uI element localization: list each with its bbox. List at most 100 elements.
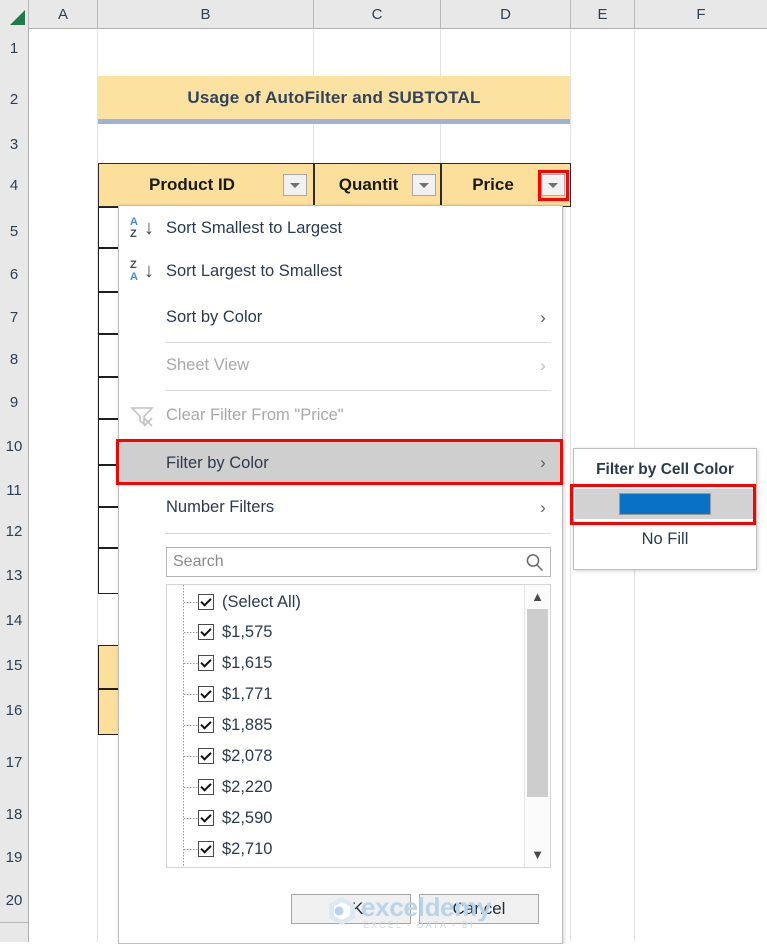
menu-item-sort-largest-to-smallest[interactable]: ZA ↓ Sort Largest to Smallest (120, 251, 561, 292)
chevron-down-icon[interactable]: ▼ (525, 843, 550, 865)
row-header-5[interactable]: 5 (0, 211, 28, 253)
row-label: 10 (5, 437, 23, 455)
select-all-triangle-icon (10, 10, 25, 25)
list-item[interactable]: $2,220 (167, 772, 527, 803)
scrollbar-thumb[interactable] (527, 609, 548, 797)
worksheet-title-cell[interactable]: Usage of AutoFilter and SUBTOTAL (98, 76, 570, 119)
row-header-8[interactable]: 8 (0, 338, 28, 382)
table-cell[interactable] (98, 292, 120, 334)
checkbox-value[interactable] (198, 624, 214, 640)
filter-dropdown-icon (290, 182, 300, 188)
list-item[interactable]: $1,771 (167, 679, 527, 710)
row-header-9[interactable]: 9 (0, 381, 28, 424)
row-header-16[interactable]: 16 (0, 687, 28, 734)
list-item[interactable]: $2,078 (167, 741, 527, 772)
checkbox-value[interactable] (198, 810, 214, 826)
chevron-up-icon[interactable]: ▲ (525, 585, 550, 607)
cancel-button[interactable]: Cancel (419, 894, 539, 924)
column-label: D (500, 5, 511, 23)
column-header-c[interactable]: C (314, 0, 441, 28)
column-header-f[interactable]: F (635, 0, 767, 28)
row-label: 4 (9, 177, 19, 194)
menu-item-clear-filter[interactable]: Clear Filter From "Price" (120, 395, 561, 436)
list-item-label: $2,590 (222, 808, 273, 827)
title-underline-bar (98, 119, 570, 124)
table-cell[interactable] (98, 334, 120, 377)
table-header-product-id[interactable]: Product ID (98, 163, 314, 207)
table-cell[interactable] (98, 548, 120, 594)
menu-item-label: Sort by Color (166, 308, 263, 326)
list-item[interactable]: $1,575 (167, 617, 527, 648)
ok-button[interactable]: OK (291, 894, 411, 924)
table-cell[interactable] (98, 248, 120, 292)
checkbox-value[interactable] (198, 748, 214, 764)
table-cell[interactable] (98, 207, 120, 248)
row-label: 3 (9, 136, 19, 153)
row-header-3[interactable]: 3 (0, 129, 28, 161)
menu-item-sort-by-color[interactable]: Sort by Color › (120, 297, 561, 338)
column-header-e[interactable]: E (571, 0, 635, 28)
row-label: 12 (5, 523, 23, 540)
filter-button-product-id[interactable] (283, 174, 307, 196)
row-header-7[interactable]: 7 (0, 296, 28, 339)
checkbox-value[interactable] (198, 779, 214, 795)
menu-item-label: Number Filters (166, 498, 275, 516)
row-header-12[interactable]: 12 (0, 511, 28, 553)
row-label: 14 (5, 612, 23, 629)
menu-item-sheet-view[interactable]: Sheet View › (120, 345, 561, 386)
row-label: 5 (9, 223, 19, 240)
list-item[interactable]: (Select All) (167, 587, 527, 618)
select-all-corner[interactable] (0, 0, 29, 28)
row-header-15[interactable]: 15 (0, 643, 28, 688)
table-cell[interactable] (98, 507, 120, 548)
list-item[interactable]: $2,710 (167, 834, 527, 865)
filter-value-list[interactable]: (Select All) $1,575 $1,615 $1,771 $1,885 (166, 584, 551, 868)
checkbox-value[interactable] (198, 655, 214, 671)
no-fill-option[interactable]: No Fill (574, 525, 756, 553)
column-label: C (371, 5, 383, 23)
row-header-strip: 1 2 3 4 5 6 7 8 9 10 11 12 13 14 15 16 1… (0, 28, 29, 942)
row-header-18[interactable]: 18 (0, 792, 28, 837)
row-label: 20 (5, 891, 23, 909)
row-header-11[interactable]: 11 (0, 469, 28, 512)
row-header-14[interactable]: 14 (0, 598, 28, 644)
search-input[interactable]: Search (166, 547, 551, 577)
list-item[interactable]: $2,590 (167, 803, 527, 834)
menu-item-number-filters[interactable]: Number Filters › (120, 487, 561, 528)
column-header-b[interactable]: B (98, 0, 314, 28)
row-header-4[interactable]: 4 (0, 160, 28, 212)
sort-az-ascending-icon: AZ ↓ (130, 215, 154, 240)
menu-item-label: Sort Smallest to Largest (166, 219, 343, 237)
checkbox-value[interactable] (198, 686, 214, 702)
list-scrollbar[interactable]: ▲ ▼ (524, 585, 550, 867)
search-placeholder: Search (173, 553, 224, 570)
tree-dash (184, 663, 198, 664)
row-header-10[interactable]: 10 (0, 423, 28, 470)
checkbox-value[interactable] (198, 841, 214, 857)
row-header-13[interactable]: 13 (0, 552, 28, 599)
checkbox-value[interactable] (198, 717, 214, 733)
table-cell[interactable] (98, 377, 120, 419)
filter-button-quantity[interactable] (412, 174, 436, 196)
list-item[interactable]: $1,885 (167, 710, 527, 741)
highlight-price-filter-button (538, 170, 569, 201)
row-header-20[interactable]: 20 (0, 878, 28, 923)
table-header-label: Price (472, 175, 514, 194)
summary-cell[interactable] (98, 645, 120, 689)
column-header-a[interactable]: A (29, 0, 98, 28)
row-label: 9 (9, 393, 19, 411)
list-item[interactable]: $1,615 (167, 648, 527, 679)
column-header-d[interactable]: D (441, 0, 571, 28)
row-header-17[interactable]: 17 (0, 733, 28, 793)
row-header-19[interactable]: 19 (0, 836, 28, 879)
list-item-label: (Select All) (222, 592, 301, 611)
checkbox-select-all[interactable] (198, 594, 214, 610)
tree-dash (184, 632, 198, 633)
list-item-label: $1,771 (222, 684, 273, 703)
row-header-6[interactable]: 6 (0, 252, 28, 297)
row-header-1[interactable]: 1 (0, 28, 28, 70)
menu-item-label: Sheet View (166, 356, 250, 374)
summary-cell[interactable] (98, 689, 120, 735)
row-header-2[interactable]: 2 (0, 69, 28, 130)
menu-item-sort-smallest-to-largest[interactable]: AZ ↓ Sort Smallest to Largest (120, 208, 561, 249)
